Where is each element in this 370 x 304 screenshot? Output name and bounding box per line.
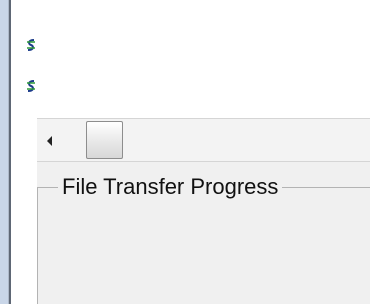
pane-divider[interactable] (9, 0, 11, 304)
file-transfer-progress-group: File Transfer Progress (37, 173, 370, 304)
tree-item-1[interactable] (24, 38, 38, 54)
window: File Transfer Progress (0, 0, 370, 304)
chain-link-icon (24, 79, 38, 95)
horizontal-scrollbar[interactable] (37, 118, 370, 162)
arrow-left-icon[interactable] (44, 133, 56, 149)
tree-item-2[interactable] (24, 79, 38, 95)
group-title: File Transfer Progress (58, 173, 283, 201)
left-pane-edge (0, 0, 9, 304)
scrollbar-thumb[interactable] (86, 121, 123, 159)
chain-link-icon (24, 38, 38, 54)
